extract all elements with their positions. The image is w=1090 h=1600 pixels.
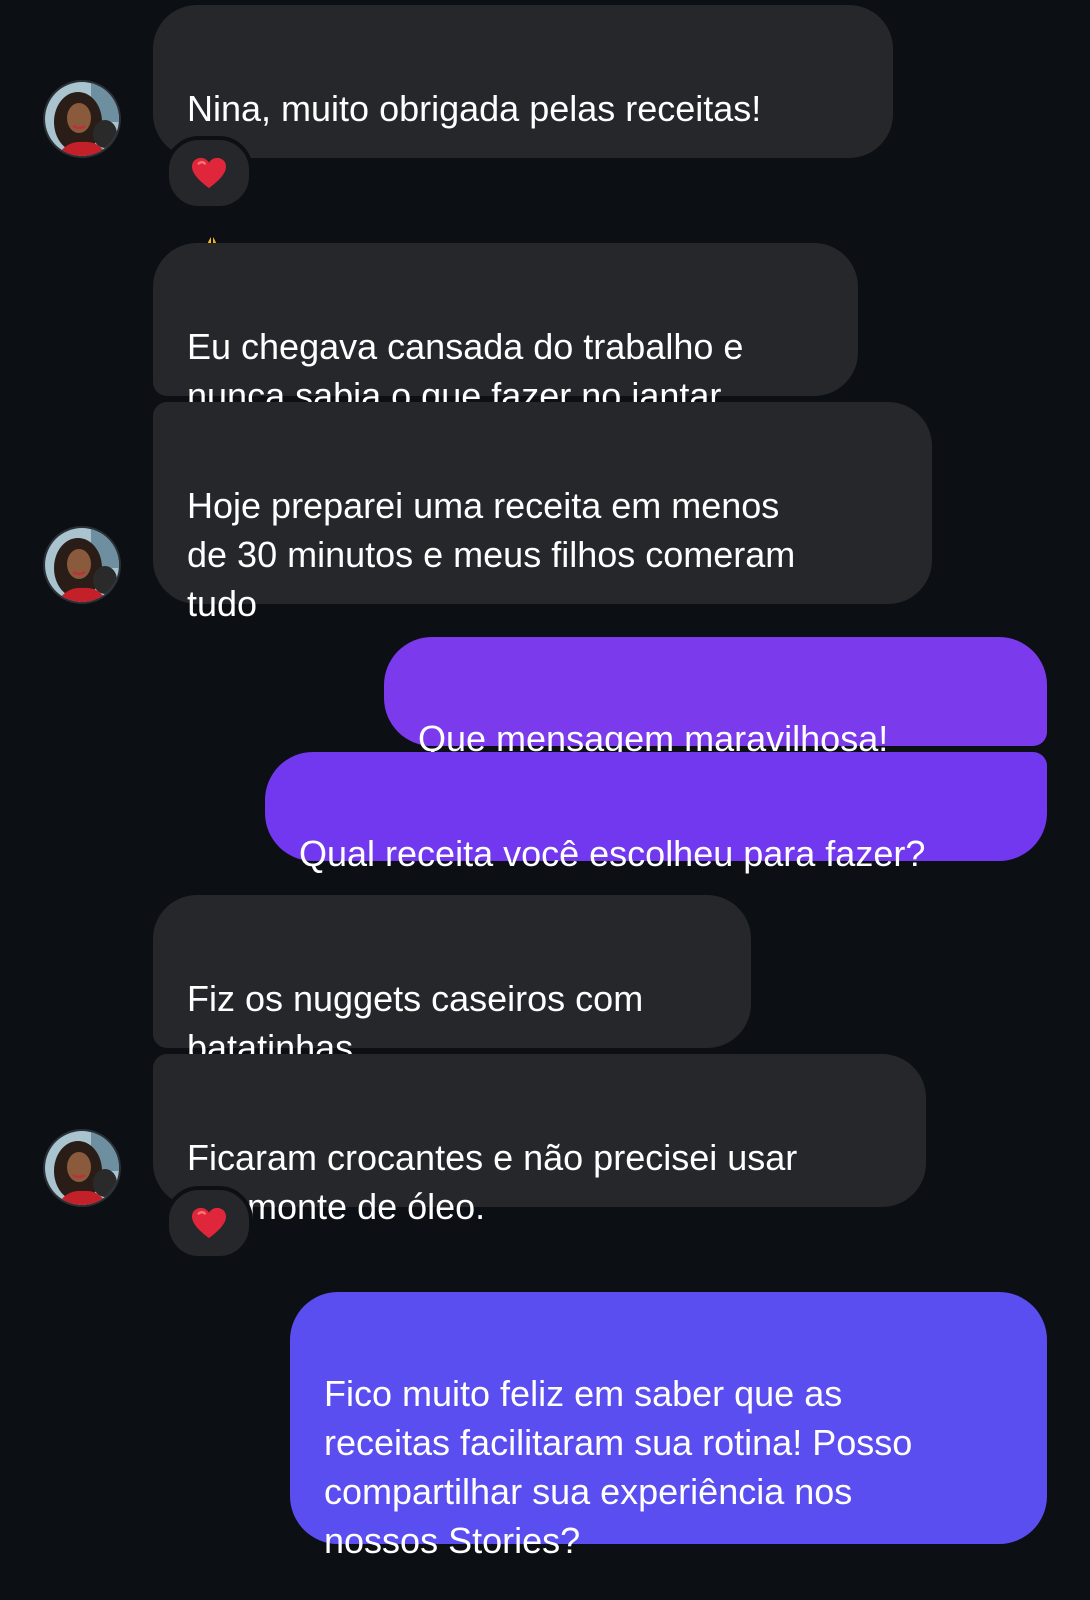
incoming-message-bubble[interactable]: Eu chegava cansada do trabalho e nunca s… — [153, 243, 858, 416]
message-thread: Nina, muito obrigada pelas receitas! Eu … — [0, 0, 1090, 1600]
outgoing-message-bubble[interactable]: Qual receita você escolheu para fazer? — [265, 752, 1047, 874]
outgoing-message-bubble[interactable]: Fico muito feliz em saber que as receita… — [290, 1292, 1047, 1561]
message-text: Qual receita você escolheu para fazer? — [299, 833, 926, 874]
heart-icon — [190, 1206, 228, 1240]
message-text: Hoje preparei uma receita em menos de 30… — [187, 485, 796, 624]
incoming-message-bubble[interactable]: Fiz os nuggets caseiros com batatinhas. — [153, 895, 751, 1068]
message-text: Ficaram crocantes e não precisei usar um… — [187, 1137, 798, 1227]
sender-avatar[interactable] — [43, 1129, 121, 1207]
incoming-message-bubble[interactable]: Nina, muito obrigada pelas receitas! — [153, 5, 893, 158]
sender-avatar[interactable] — [43, 80, 121, 158]
heart-icon — [190, 156, 228, 190]
incoming-message-bubble[interactable]: Hoje preparei uma receita em menos de 30… — [153, 402, 932, 624]
sender-avatar[interactable] — [43, 526, 121, 604]
message-text: Nina, muito obrigada pelas receitas! — [187, 88, 762, 129]
message-text: Fico muito feliz em saber que as receita… — [324, 1373, 913, 1561]
incoming-message-bubble[interactable]: Ficaram crocantes e não precisei usar um… — [153, 1054, 926, 1227]
outgoing-message-bubble[interactable]: Que mensagem maravilhosa! — [384, 637, 1047, 746]
heart-reaction[interactable] — [165, 136, 253, 210]
heart-reaction[interactable] — [165, 1186, 253, 1260]
